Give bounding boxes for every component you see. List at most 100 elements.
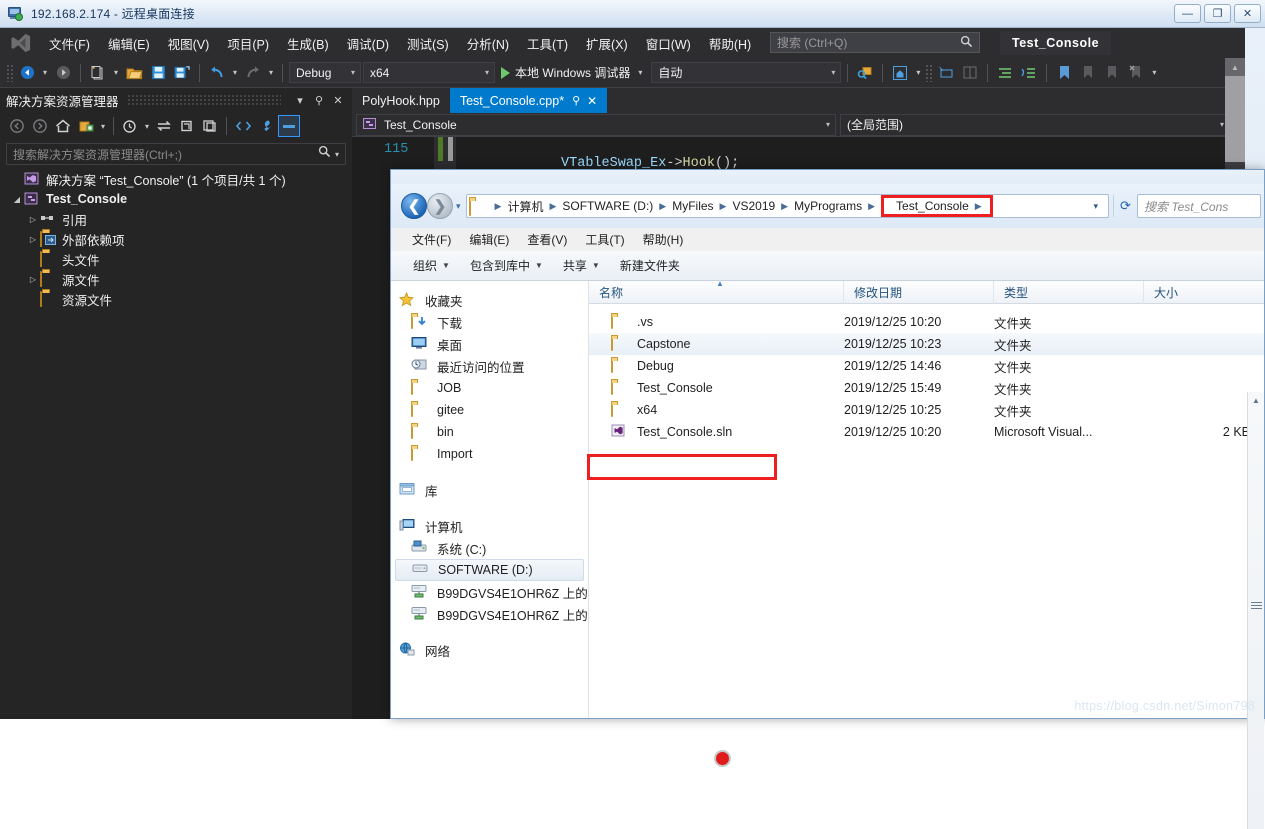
clear-bookmarks-icon[interactable] [1125,62,1147,84]
vs-menu-edit[interactable]: 编辑(E) [99,30,159,57]
column-header-date[interactable]: 修改日期 [844,281,994,304]
nav-item-favorites[interactable]: 收藏夹 [391,289,588,311]
breadcrumb-vs2019[interactable]: VS2019 [728,199,779,213]
recent-locations-icon[interactable]: ▾ [456,201,461,212]
undo-dropdown-icon[interactable]: ▾ [230,68,240,77]
toolbar-overflow-icon[interactable]: ▾ [1149,68,1159,77]
file-list-pane[interactable]: ▲ 名称 修改日期 类型 大小 [589,281,1264,718]
chevron-down-icon[interactable]: ▾ [635,68,645,77]
share-with-button[interactable]: 共享 ▼ [553,254,610,277]
table-row[interactable]: Test_Console.sln 2019/12/25 10:20 Micros… [589,421,1264,443]
tree-row-resource-files[interactable]: 资源文件 [0,289,352,309]
properties-icon[interactable] [255,115,277,137]
vs-menu-file[interactable]: 文件(F) [40,30,99,57]
comment-lines-icon[interactable] [994,62,1016,84]
back-button[interactable]: ❮ [401,193,427,219]
solution-platform-dropdown[interactable]: x64 ▾ [363,62,495,83]
table-row[interactable]: .vs 2019/12/25 10:20 文件夹 [589,311,1264,333]
table-row[interactable]: x64 2019/12/25 10:25 文件夹 [589,399,1264,421]
explorer-menu-tools[interactable]: 工具(T) [576,229,633,250]
include-in-library-button[interactable]: 包含到库中 ▼ [460,254,553,277]
chevron-down-icon[interactable]: ▾ [98,122,108,131]
navigate-forward-icon[interactable] [52,62,74,84]
toolbar-grip[interactable] [925,64,933,82]
vs-menu-debug[interactable]: 调试(D) [338,30,398,57]
close-icon[interactable]: ✕ [587,94,597,108]
breadcrumb-drive[interactable]: SOFTWARE (D:) [558,199,657,213]
breadcrumb-separator[interactable]: ▶ [866,201,877,212]
breadcrumb-current[interactable]: Test_Console [892,199,973,213]
tab-test-console-cpp[interactable]: Test_Console.cpp* ⚲ ✕ [450,88,607,113]
close-button[interactable]: ✕ [1234,4,1261,23]
navigate-backward-icon[interactable] [16,62,38,84]
vs-menu-project[interactable]: 项目(P) [218,30,278,57]
copy-lines-icon[interactable] [959,62,981,84]
chevron-down-icon[interactable]: ▾ [142,122,152,131]
column-header-type[interactable]: 类型 [994,281,1144,304]
save-all-icon[interactable] [171,62,193,84]
explorer-menu-file[interactable]: 文件(F) [403,229,460,250]
file-name-cell[interactable]: Debug [589,358,844,374]
vs-menu-extensions[interactable]: 扩展(X) [577,30,637,57]
file-name-cell[interactable]: .vs [589,314,844,330]
view-code-icon[interactable] [232,115,254,137]
explorer-menu-edit[interactable]: 编辑(E) [460,229,518,250]
scroll-up-icon[interactable]: ▲ [1248,392,1264,409]
explorer-menu-help[interactable]: 帮助(H) [634,229,693,250]
vs-menu-analyze[interactable]: 分析(N) [458,30,518,57]
redo-icon[interactable] [242,62,264,84]
nav-item-desktop[interactable]: 桌面 [391,333,588,355]
table-row[interactable]: Test_Console 2019/12/25 15:49 文件夹 [589,377,1264,399]
navigate-to-icon[interactable] [935,62,957,84]
tree-expander-icon[interactable]: ◢ [10,195,24,204]
restore-button[interactable]: ❐ [1204,4,1231,23]
column-header-name[interactable]: ▲ 名称 [589,281,844,304]
preview-selected-items-icon[interactable] [278,115,300,137]
nav-item-bin[interactable]: bin [391,421,588,443]
scroll-up-icon[interactable]: ▲ [1225,58,1245,76]
breadcrumb-separator[interactable]: ▶ [718,201,729,212]
vs-menu-view[interactable]: 视图(V) [159,30,219,57]
refresh-icon[interactable]: ⟳ [1113,195,1137,217]
tree-row-header-files[interactable]: 头文件 [0,249,352,269]
breadcrumb-computer[interactable]: 计算机 [503,198,547,215]
file-name-cell[interactable]: Capstone [589,336,844,352]
debug-target-dropdown[interactable]: 自动 ▾ [651,62,841,83]
chevron-down-icon[interactable]: ▾ [1085,201,1106,212]
breadcrumb-myprograms[interactable]: MyPrograms [790,199,866,213]
save-icon[interactable] [147,62,169,84]
nav-item-gitee[interactable]: gitee [391,399,588,421]
file-name-cell[interactable]: x64 [589,402,844,418]
chevron-down-icon[interactable]: ▾ [335,150,339,159]
pin-icon[interactable]: ⚲ [572,94,580,107]
breadcrumb-separator[interactable]: ▶ [973,201,984,212]
attach-to-process-icon[interactable] [854,62,876,84]
file-name-cell[interactable]: Test_Console.sln [589,424,844,440]
nav-item-recent-places[interactable]: 最近访问的位置 [391,355,588,377]
next-bookmark-icon[interactable] [1101,62,1123,84]
explorer-menu-view[interactable]: 查看(V) [518,229,576,250]
tree-expander-icon[interactable]: ▷ [26,235,40,244]
back-icon[interactable] [6,115,28,137]
forward-icon[interactable] [29,115,51,137]
explorer-vertical-scrollbar[interactable]: ▲ [1247,392,1264,829]
table-row[interactable]: Debug 2019/12/25 14:46 文件夹 [589,355,1264,377]
breadcrumb-separator[interactable]: ▶ [547,201,558,212]
redo-dropdown-icon[interactable]: ▾ [266,68,276,77]
breakpoint-icon[interactable] [714,750,731,767]
table-row[interactable]: Capstone 2019/12/25 10:23 文件夹 [589,333,1264,355]
vs-menu-test[interactable]: 测试(S) [398,30,458,57]
breadcrumb[interactable]: ▶ 计算机 ▶ SOFTWARE (D:) ▶ MyFiles ▶ VS2019… [466,194,1109,218]
sync-with-active-document-icon[interactable] [153,115,175,137]
breadcrumb-separator[interactable]: ▶ [657,201,668,212]
tab-polyhook-hpp[interactable]: PolyHook.hpp [352,88,450,113]
scrollbar-thumb[interactable] [1225,76,1245,162]
solution-explorer-home-icon[interactable] [889,62,911,84]
tree-row-references[interactable]: ▷ 引用 [0,209,352,229]
refresh-icon[interactable] [176,115,198,137]
breadcrumb-separator[interactable]: ▶ [779,201,790,212]
tree-row-project[interactable]: ◢ Test_Console [0,189,352,209]
nav-item-downloads[interactable]: 下载 [391,311,588,333]
nav-item-network-drive-e[interactable]: B99DGVS4E1OHR6Z 上的 E [391,603,588,625]
new-folder-button[interactable]: 新建文件夹 [610,254,690,277]
